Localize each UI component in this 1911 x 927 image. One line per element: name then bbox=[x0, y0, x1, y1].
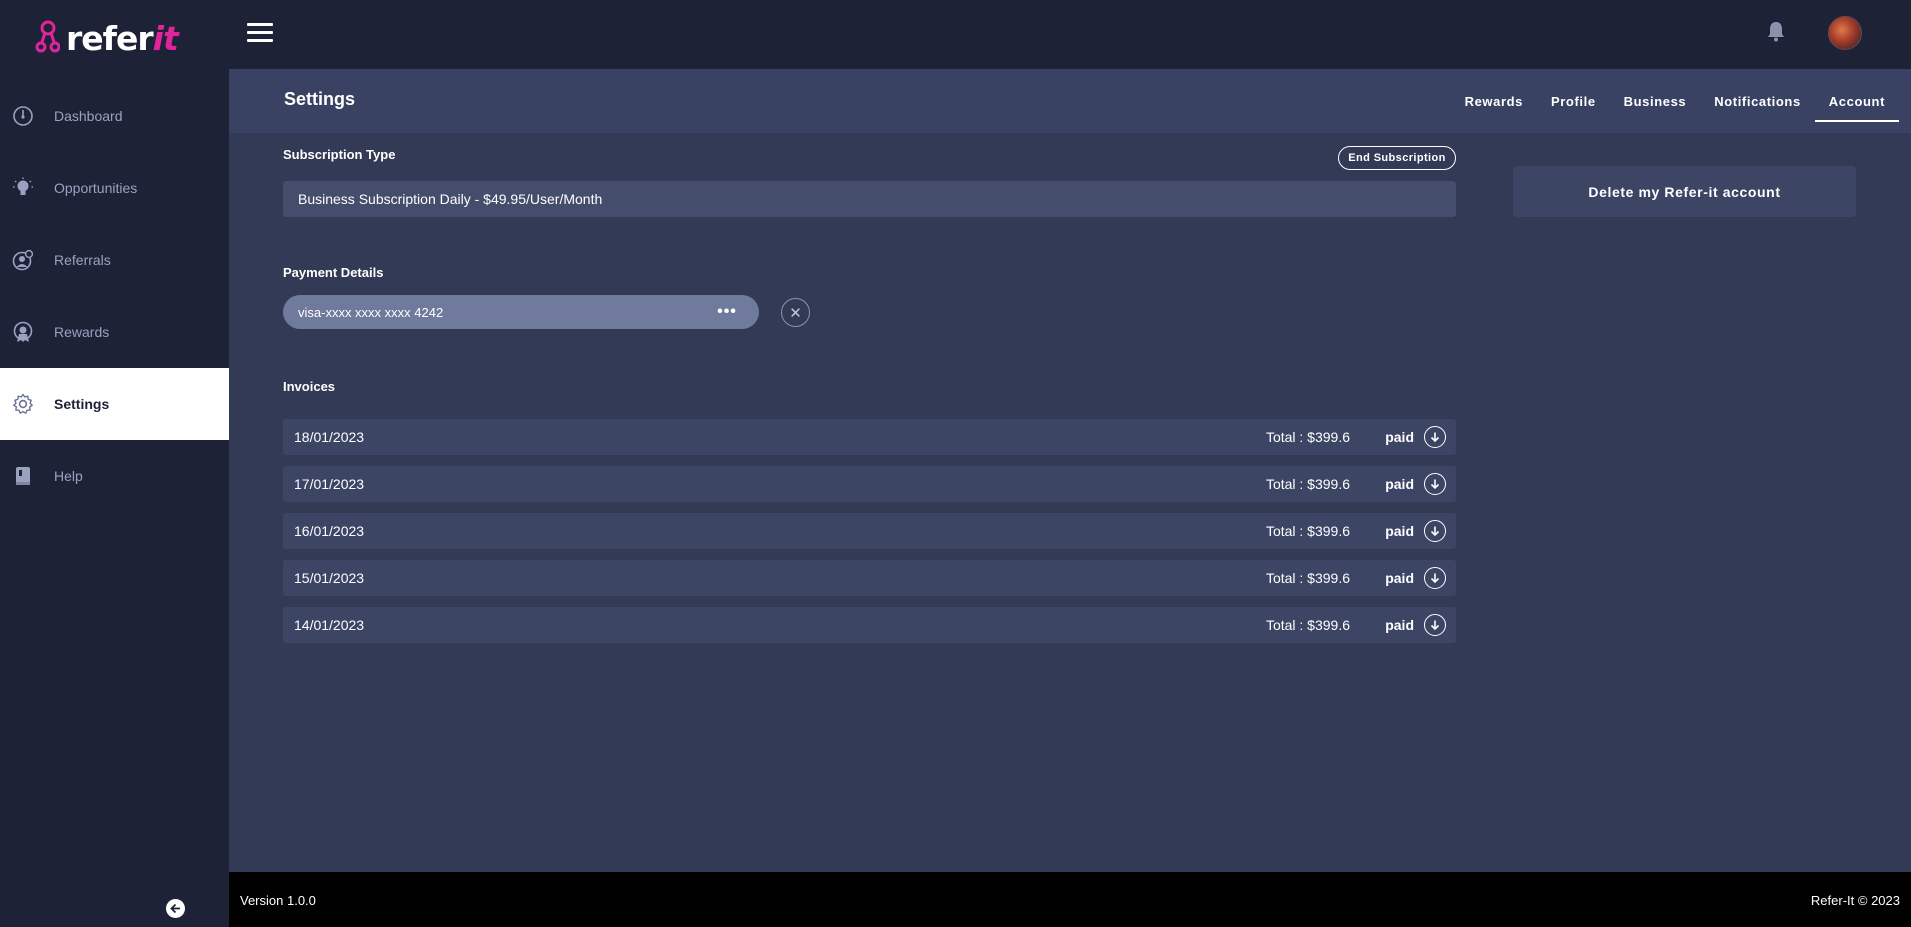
download-icon[interactable] bbox=[1424, 614, 1446, 636]
invoice-total: Total : $399.6 bbox=[1265, 570, 1350, 586]
tab-account[interactable]: Account bbox=[1814, 69, 1900, 133]
payment-details-label: Payment Details bbox=[283, 265, 384, 280]
invoice-status: paid bbox=[1385, 429, 1414, 445]
sidebar: referit Dashboard Opportunities Referral… bbox=[0, 0, 229, 927]
sidebar-item-label: Settings bbox=[54, 396, 110, 412]
invoice-date: 15/01/2023 bbox=[294, 570, 365, 586]
gear-icon bbox=[12, 393, 34, 415]
tab-notifications[interactable]: Notifications bbox=[1700, 69, 1815, 133]
download-icon[interactable] bbox=[1424, 520, 1446, 542]
invoice-row: 15/01/2023 Total : $399.6 paid bbox=[283, 560, 1456, 596]
close-icon: ✕ bbox=[789, 304, 802, 322]
referrals-icon bbox=[12, 249, 34, 271]
tab-business[interactable]: Business bbox=[1610, 69, 1701, 133]
invoice-date: 16/01/2023 bbox=[294, 523, 365, 539]
sidebar-item-label: Referrals bbox=[54, 252, 111, 268]
sidebar-item-rewards[interactable]: Rewards bbox=[0, 296, 229, 368]
invoice-date: 17/01/2023 bbox=[294, 476, 365, 492]
top-bar bbox=[229, 0, 1911, 69]
logo-text-main: refer bbox=[66, 18, 154, 58]
invoice-total: Total : $399.6 bbox=[1265, 429, 1350, 445]
invoice-date: 18/01/2023 bbox=[294, 429, 365, 445]
tab-profile[interactable]: Profile bbox=[1537, 69, 1610, 133]
invoices-list: 18/01/2023 Total : $399.6 paid 17/01/202… bbox=[283, 419, 1456, 654]
invoice-status: paid bbox=[1385, 523, 1414, 539]
collapse-sidebar-button[interactable] bbox=[166, 899, 185, 918]
subscription-type-label: Subscription Type bbox=[283, 147, 396, 162]
logo-text-accent: it bbox=[152, 18, 179, 58]
arrow-left-icon bbox=[170, 903, 180, 914]
invoice-row: 14/01/2023 Total : $399.6 paid bbox=[283, 607, 1456, 643]
gauge-icon bbox=[12, 105, 34, 127]
copyright-text: Refer-It © 2023 bbox=[1810, 893, 1900, 908]
invoice-total: Total : $399.6 bbox=[1265, 617, 1350, 633]
invoice-total: Total : $399.6 bbox=[1265, 476, 1350, 492]
invoices-label: Invoices bbox=[283, 379, 336, 394]
invoice-total: Total : $399.6 bbox=[1265, 523, 1350, 539]
sidebar-item-settings[interactable]: Settings bbox=[0, 368, 229, 440]
settings-header: Settings Rewards Profile Business Notifi… bbox=[229, 69, 1911, 133]
sidebar-item-dashboard[interactable]: Dashboard bbox=[0, 80, 229, 152]
sidebar-item-referrals[interactable]: Referrals bbox=[0, 224, 229, 296]
award-icon bbox=[12, 321, 34, 343]
delete-account-button[interactable]: Delete my Refer-it account bbox=[1513, 166, 1856, 217]
invoice-date: 14/01/2023 bbox=[294, 617, 365, 633]
hamburger-icon[interactable] bbox=[247, 23, 273, 43]
remove-card-button[interactable]: ✕ bbox=[781, 298, 810, 327]
bell-icon[interactable] bbox=[1766, 20, 1786, 42]
logo[interactable]: referit bbox=[34, 18, 179, 58]
sidebar-nav: Dashboard Opportunities Referrals Reward… bbox=[0, 80, 229, 512]
version-text: Version 1.0.0 bbox=[240, 893, 316, 908]
download-icon[interactable] bbox=[1424, 426, 1446, 448]
logo-text: referit bbox=[66, 18, 179, 58]
invoice-status: paid bbox=[1385, 617, 1414, 633]
page-title: Settings bbox=[284, 89, 356, 109]
download-icon[interactable] bbox=[1424, 473, 1446, 495]
sidebar-item-help[interactable]: Help bbox=[0, 440, 229, 512]
app: referit Dashboard Opportunities Referral… bbox=[0, 0, 1911, 927]
settings-tabs: Rewards Profile Business Notifications A… bbox=[1451, 69, 1900, 133]
sidebar-item-label: Opportunities bbox=[54, 180, 138, 196]
more-options-icon[interactable]: ••• bbox=[717, 303, 737, 321]
invoice-status: paid bbox=[1385, 476, 1414, 492]
invoice-status: paid bbox=[1385, 570, 1414, 586]
invoice-row: 17/01/2023 Total : $399.6 paid bbox=[283, 466, 1456, 502]
payment-card-number: visa-xxxx xxxx xxxx 4242 bbox=[298, 304, 444, 320]
footer: Version 1.0.0 Refer-It © 2023 bbox=[229, 872, 1911, 927]
subscription-type-field: Business Subscription Daily - $49.95/Use… bbox=[283, 181, 1456, 217]
lightbulb-icon bbox=[12, 177, 34, 199]
sidebar-item-opportunities[interactable]: Opportunities bbox=[0, 152, 229, 224]
sidebar-item-label: Rewards bbox=[54, 324, 110, 340]
logo-mark-icon bbox=[35, 20, 60, 53]
sidebar-item-label: Help bbox=[54, 468, 83, 484]
sidebar-item-label: Dashboard bbox=[54, 108, 123, 124]
invoice-row: 16/01/2023 Total : $399.6 paid bbox=[283, 513, 1456, 549]
invoice-row: 18/01/2023 Total : $399.6 paid bbox=[283, 419, 1456, 455]
book-icon bbox=[12, 465, 34, 487]
end-subscription-button[interactable]: End Subscription bbox=[1338, 146, 1456, 170]
avatar[interactable] bbox=[1828, 16, 1862, 50]
tab-rewards[interactable]: Rewards bbox=[1451, 69, 1537, 133]
download-icon[interactable] bbox=[1424, 567, 1446, 589]
payment-card[interactable]: visa-xxxx xxxx xxxx 4242 ••• bbox=[283, 295, 759, 329]
